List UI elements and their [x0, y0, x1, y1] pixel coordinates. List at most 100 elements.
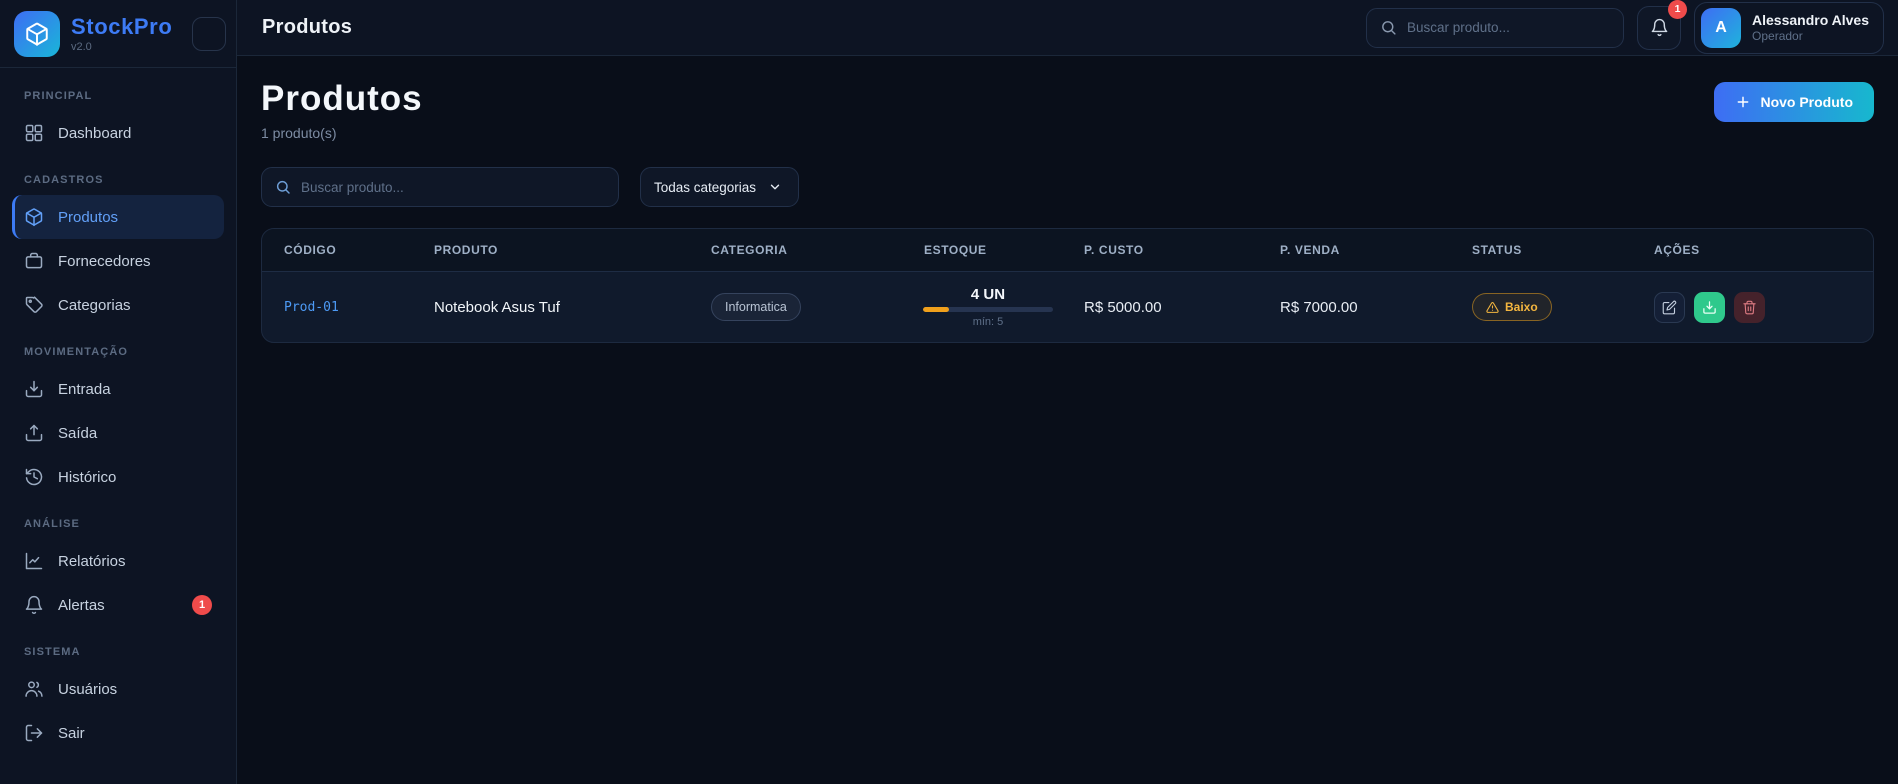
col-codigo: Código	[262, 229, 412, 271]
tray-arrow-down-icon	[24, 379, 44, 399]
briefcase-icon	[24, 251, 44, 271]
app-name: StockPro	[71, 14, 172, 40]
category-select[interactable]: Todas categorias	[640, 167, 799, 207]
sidebar-item-alertas[interactable]: Alertas 1	[12, 583, 224, 627]
sidebar-item-usuarios[interactable]: Usuários	[12, 667, 224, 711]
section-movimentacao: Movimentação	[24, 346, 212, 358]
col-estoque: Estoque	[902, 229, 1062, 271]
sidebar-item-saida[interactable]: Saída	[12, 411, 224, 455]
app-logo: StockPro v2.0	[14, 11, 206, 57]
sidebar-item-relatorios[interactable]: Relatórios	[12, 539, 224, 583]
logout-icon	[24, 723, 44, 743]
notifications-button[interactable]: 1	[1637, 6, 1681, 50]
sidebar-item-produtos[interactable]: Produtos	[12, 195, 224, 239]
sidebar-item-label: Relatórios	[58, 553, 126, 570]
cube-icon	[24, 207, 44, 227]
bell-icon	[1650, 18, 1669, 37]
col-acoes: Ações	[1632, 229, 1873, 271]
topbar-title: Produtos	[262, 16, 352, 39]
line-chart-icon	[24, 551, 44, 571]
stock-minimum: mín: 5	[973, 316, 1004, 328]
topbar-search	[1366, 8, 1624, 48]
table-header-row: Código Produto Categoria Estoque P. Cust…	[262, 229, 1873, 272]
warning-triangle-icon	[1486, 301, 1499, 314]
plus-icon	[1735, 94, 1751, 110]
col-status: Status	[1450, 229, 1632, 271]
stock-in-button[interactable]	[1694, 292, 1725, 323]
main-area: Produtos 1 A Alessandro	[237, 0, 1898, 784]
col-venda: P. Venda	[1258, 229, 1450, 271]
sidebar-item-entrada[interactable]: Entrada	[12, 367, 224, 411]
stock-quantity: 4 UN	[971, 286, 1005, 303]
sidebar-nav: Principal Dashboard Cadastros Produtos	[0, 68, 236, 784]
col-custo: P. Custo	[1062, 229, 1258, 271]
app-version: v2.0	[71, 41, 172, 53]
search-icon	[1380, 19, 1397, 36]
section-cadastros: Cadastros	[24, 174, 212, 186]
sidebar-item-label: Fornecedores	[58, 253, 151, 270]
category-select-value: Todas categorias	[654, 180, 756, 195]
sidebar-item-label: Dashboard	[58, 125, 131, 142]
stock-progress-bar	[923, 307, 1053, 312]
product-code: Prod-01	[284, 300, 339, 315]
sidebar-item-sair[interactable]: Sair	[12, 711, 224, 755]
avatar: A	[1701, 8, 1741, 48]
content: Produtos 1 produto(s) Novo Produto	[237, 56, 1898, 784]
product-name: Notebook Asus Tuf	[434, 299, 560, 316]
topbar: Produtos 1 A Alessandro	[237, 0, 1898, 56]
tray-arrow-down-icon	[1702, 300, 1717, 315]
edit-pencil-icon	[1662, 300, 1677, 315]
sidebar-item-label: Sair	[58, 725, 85, 742]
edit-button[interactable]	[1654, 292, 1685, 323]
section-analise: Análise	[24, 518, 212, 530]
dashboard-grid-icon	[24, 123, 44, 143]
tag-icon	[24, 295, 44, 315]
product-count: 1 produto(s)	[261, 125, 423, 141]
bell-icon	[24, 595, 44, 615]
sidebar-item-fornecedores[interactable]: Fornecedores	[12, 239, 224, 283]
new-product-button[interactable]: Novo Produto	[1714, 82, 1874, 122]
col-categoria: Categoria	[689, 229, 902, 271]
cost-price: R$ 5000.00	[1084, 299, 1162, 316]
sidebar-item-label: Categorias	[58, 297, 131, 314]
cube-logo-icon	[14, 11, 60, 57]
sidebar-header: StockPro v2.0	[0, 0, 236, 68]
tray-arrow-up-icon	[24, 423, 44, 443]
status-badge: Baixo	[1472, 293, 1552, 321]
trash-icon	[1742, 300, 1757, 315]
sidebar-item-label: Histórico	[58, 469, 116, 486]
table-row: Prod-01 Notebook Asus Tuf Informatica 4 …	[262, 272, 1873, 342]
stock-progress-fill	[923, 307, 949, 312]
filter-bar: Todas categorias	[261, 167, 1874, 207]
users-icon	[24, 679, 44, 699]
category-chip: Informatica	[711, 293, 801, 321]
sidebar-item-label: Usuários	[58, 681, 117, 698]
user-name: Alessandro Alves	[1752, 12, 1869, 28]
topbar-search-input[interactable]	[1407, 20, 1610, 35]
product-search	[261, 167, 619, 207]
section-sistema: Sistema	[24, 646, 212, 658]
product-search-input[interactable]	[301, 180, 605, 195]
sidebar: StockPro v2.0 Principal Dashboard Cadast…	[0, 0, 237, 784]
sidebar-item-dashboard[interactable]: Dashboard	[12, 111, 224, 155]
page-title: Produtos	[261, 79, 423, 119]
alertas-count-badge: 1	[192, 595, 212, 615]
sidebar-item-label: Saída	[58, 425, 97, 442]
sidebar-item-historico[interactable]: Histórico	[12, 455, 224, 499]
search-icon	[275, 179, 291, 195]
app-root: StockPro v2.0 Principal Dashboard Cadast…	[0, 0, 1898, 784]
col-produto: Produto	[412, 229, 689, 271]
section-principal: Principal	[24, 90, 212, 102]
user-role: Operador	[1752, 29, 1869, 43]
history-icon	[24, 467, 44, 487]
sidebar-collapse-button[interactable]	[192, 17, 226, 51]
sidebar-item-categorias[interactable]: Categorias	[12, 283, 224, 327]
sidebar-item-label: Alertas	[58, 597, 105, 614]
sidebar-item-label: Produtos	[58, 209, 118, 226]
user-menu[interactable]: A Alessandro Alves Operador	[1694, 2, 1884, 54]
products-table: Código Produto Categoria Estoque P. Cust…	[261, 228, 1874, 343]
sale-price: R$ 7000.00	[1280, 299, 1358, 316]
notification-count-badge: 1	[1668, 0, 1687, 19]
sidebar-item-label: Entrada	[58, 381, 111, 398]
delete-button[interactable]	[1734, 292, 1765, 323]
